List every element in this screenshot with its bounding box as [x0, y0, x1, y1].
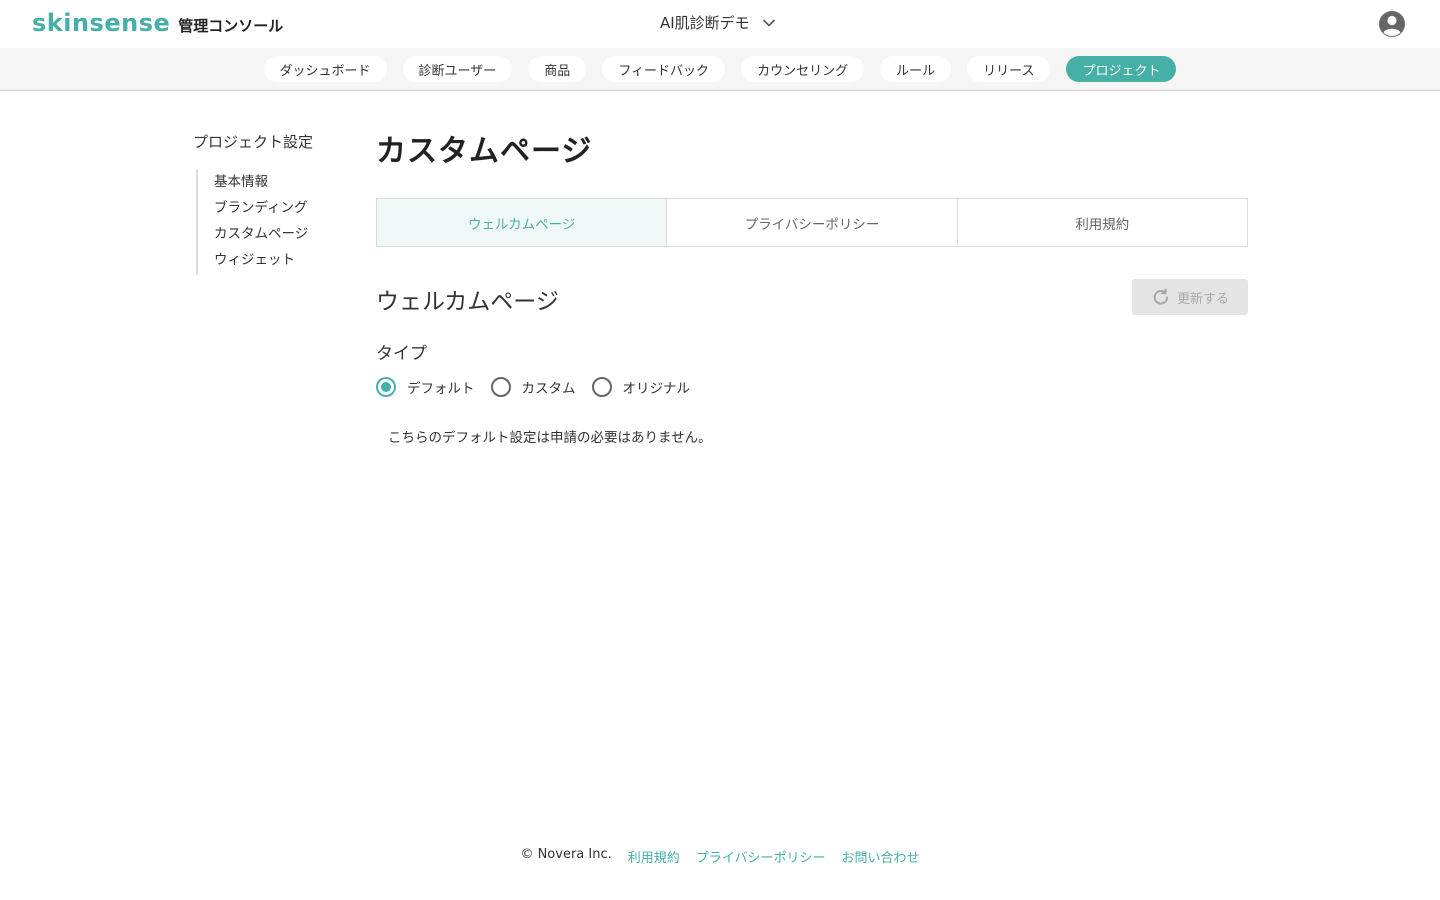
nav-item-products[interactable]: 商品 [528, 56, 587, 82]
tab-welcome-page[interactable]: ウェルカムページ [377, 199, 668, 246]
nav-item-counseling[interactable]: カウンセリング [741, 56, 865, 82]
brand-logo[interactable]: skinsense [32, 9, 170, 37]
footer-link-terms[interactable]: 利用規約 [628, 847, 680, 866]
radio-custom-control[interactable] [490, 377, 511, 397]
brand[interactable]: skinsense 管理コンソール [32, 9, 283, 37]
nav-item-dashboard[interactable]: ダッシュボード [263, 56, 387, 82]
page-tabs: ウェルカムページ プライバシーポリシー 利用規約 [376, 198, 1248, 247]
top-header: skinsense 管理コンソール AI肌診断デモ [0, 0, 1440, 48]
tab-privacy-policy[interactable]: プライバシーポリシー [667, 199, 958, 246]
footer: © Novera Inc. 利用規約 プライバシーポリシー お問い合わせ [0, 847, 1440, 866]
radio-default[interactable]: デフォルト [376, 377, 475, 397]
nav-item-rules[interactable]: ルール [880, 56, 952, 82]
footer-link-contact[interactable]: お問い合わせ [842, 847, 920, 866]
sidebar-item-branding[interactable]: ブランディング [214, 195, 308, 221]
nav-item-project[interactable]: プロジェクト [1066, 56, 1177, 82]
update-button[interactable]: 更新する [1132, 279, 1248, 315]
page-title: カスタムページ [376, 134, 593, 169]
project-name[interactable]: AI肌診断デモ [660, 12, 750, 33]
copyright: © Novera Inc. [520, 847, 612, 862]
default-setting-note: こちらのデフォルト設定は申請の必要はありません。 [388, 430, 712, 446]
project-switcher[interactable]: AI肌診断デモ [660, 12, 776, 33]
sidebar-item-custom-page[interactable]: カスタムページ [214, 221, 308, 247]
radio-original-label[interactable]: オリジナル [623, 377, 691, 397]
radio-original[interactable]: オリジナル [591, 377, 691, 397]
radio-custom[interactable]: カスタム [490, 377, 576, 397]
type-radio-group: デフォルト カスタム オリジナル [376, 377, 706, 397]
sidebar-menu: 基本情報 ブランディング カスタムページ ウィジェット [196, 169, 308, 275]
radio-original-control[interactable] [591, 377, 612, 397]
section-title: ウェルカムページ [376, 289, 559, 315]
nav-item-diagnosis-users[interactable]: 診断ユーザー [402, 56, 513, 82]
radio-default-label[interactable]: デフォルト [407, 377, 475, 397]
radio-custom-label[interactable]: カスタム [522, 377, 576, 397]
footer-link-privacy[interactable]: プライバシーポリシー [696, 847, 826, 866]
main-nav: ダッシュボード 診断ユーザー 商品 フィードバック カウンセリング ルール リリ… [0, 48, 1440, 91]
nav-item-releases[interactable]: リリース [967, 56, 1051, 82]
radio-default-control[interactable] [376, 377, 396, 397]
console-label: 管理コンソール [178, 17, 284, 35]
chevron-down-icon[interactable] [762, 16, 776, 30]
refresh-icon [1153, 288, 1169, 305]
sidebar-item-widget[interactable]: ウィジェット [214, 247, 308, 273]
update-button-label: 更新する [1176, 291, 1229, 307]
tab-terms[interactable]: 利用規約 [958, 199, 1247, 246]
sidebar-title: プロジェクト設定 [193, 133, 314, 151]
user-avatar-icon[interactable] [1378, 10, 1406, 38]
nav-item-feedback[interactable]: フィードバック [602, 56, 726, 82]
type-label: タイプ [376, 344, 427, 364]
sidebar-item-basic-info[interactable]: 基本情報 [214, 169, 308, 195]
